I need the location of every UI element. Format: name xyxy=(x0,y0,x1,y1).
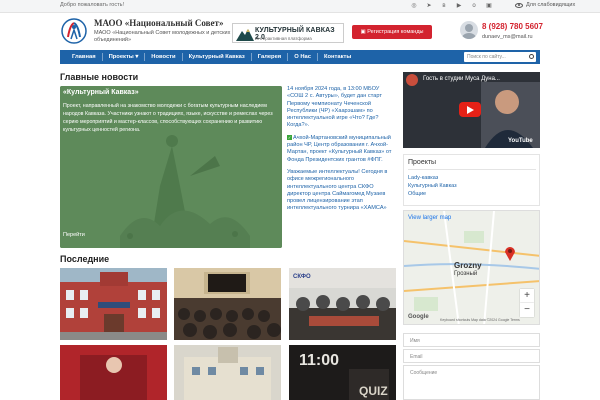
map-embed[interactable]: View larger map Grozny Грозный + − Googl… xyxy=(403,210,540,325)
video-title[interactable]: Гость в студии Муса Дуна... xyxy=(423,76,500,82)
view-larger-map-link[interactable]: View larger map xyxy=(408,215,451,221)
nav-item-news[interactable]: Новости xyxy=(145,53,183,61)
youtube-logo[interactable]: YouTube xyxy=(508,138,533,144)
nav-item-contacts[interactable]: Контакты xyxy=(318,53,357,61)
feature-more-link[interactable]: Перейти xyxy=(63,232,85,238)
nav-item-about[interactable]: О Нас xyxy=(288,53,318,61)
project-link[interactable]: Lady-кавказ xyxy=(408,175,438,181)
zoom-in-button[interactable]: + xyxy=(520,289,534,303)
youtube-icon[interactable]: ▶ xyxy=(455,2,463,10)
recent-thumbnail[interactable] xyxy=(174,345,281,400)
project-link[interactable]: Культурный Кавказ xyxy=(408,183,457,189)
feature-news-card[interactable]: «Культурный Кавказ» Проект, направленный… xyxy=(60,86,282,248)
site-header: МАОО «Национальный Совет» МАОО «Национал… xyxy=(0,13,600,49)
eye-icon xyxy=(515,2,523,8)
building-photo xyxy=(174,345,281,400)
ok-icon[interactable]: о xyxy=(470,2,478,10)
divider xyxy=(408,169,536,170)
svg-text:СКФО: СКФО xyxy=(293,274,311,280)
news-list: 14 ноября 2024 года, в 13:00 МБОУ «СОШ 2… xyxy=(287,86,397,218)
message-field[interactable]: Сообщение xyxy=(403,365,540,400)
org-name[interactable]: МАОО «Национальный Совет» xyxy=(94,18,223,28)
whatsapp-icon[interactable]: ◎ xyxy=(410,2,418,10)
org-logo[interactable] xyxy=(60,17,88,45)
nav-item-culture[interactable]: Культурный Кавказ xyxy=(183,53,252,61)
contact-email[interactable]: dunaev_ms@mail.ru xyxy=(482,34,533,40)
contact-phone[interactable]: 8 (928) 780 5607 xyxy=(482,22,543,31)
assembly-hall-photo xyxy=(174,268,281,340)
recent-thumbnail[interactable] xyxy=(60,345,167,400)
recent-thumbnail[interactable]: СКФО xyxy=(289,268,396,340)
social-links: ◎ ➤ в ▶ о ▣ xyxy=(410,2,493,10)
event-photo xyxy=(60,345,167,400)
svg-text:11:00: 11:00 xyxy=(299,352,339,369)
news-item[interactable]: Уважаемые интеллектуалы! Сегодня в офисе… xyxy=(287,169,397,213)
org-subtitle: МАОО «Национальный Совет молодежных и де… xyxy=(94,30,231,43)
register-team-label: Регистрация команды xyxy=(367,29,424,35)
recent-thumbnail[interactable] xyxy=(60,268,167,340)
feature-description: Проект, направленный на знакомство молод… xyxy=(63,103,273,133)
google-logo: Google xyxy=(408,314,429,320)
search-input[interactable]: Поиск по сайту... xyxy=(464,52,536,62)
zoom-out-button[interactable]: − xyxy=(520,303,534,317)
vk-icon[interactable]: в xyxy=(440,2,448,10)
accessibility-label: Для слабовидящих xyxy=(526,2,576,8)
map-city-label: Грозный xyxy=(454,271,478,277)
main-nav: Главная Проекты ▾ Новости Культурный Кав… xyxy=(60,50,540,64)
main-news-heading: Главные новости xyxy=(60,72,139,82)
intellectual-tournament-photo: СКФО xyxy=(289,268,396,340)
telegram-icon[interactable]: ➤ xyxy=(425,2,433,10)
quiz-photo: 11:00 QUIZ xyxy=(289,345,396,400)
projects-widget: Проекты Lady-кавказ Культурный Кавказ Об… xyxy=(403,154,540,206)
projects-heading: Проекты xyxy=(408,159,437,166)
news-item-text: Ачхой-Мартановский муниципальный район Ч… xyxy=(287,134,392,163)
map-footer: Keyboard shortcuts Map data ©2024 Google… xyxy=(440,318,520,322)
channel-avatar[interactable] xyxy=(406,74,418,86)
kultura-kavkaz-banner[interactable]: КУЛЬТУРНЫЙ КАВКАЗ 2.0 Интерактивная плат… xyxy=(232,23,344,43)
play-icon[interactable] xyxy=(459,102,481,117)
banner-subtitle: Интерактивная платформа xyxy=(255,36,312,41)
nav-item-gallery[interactable]: Галерея xyxy=(252,53,289,61)
search-icon[interactable] xyxy=(529,54,534,59)
feature-title[interactable]: «Культурный Кавказ» xyxy=(63,89,139,96)
accessibility-link[interactable]: Для слабовидящих xyxy=(515,2,575,8)
nav-item-home[interactable]: Главная xyxy=(66,53,103,61)
news-item[interactable]: ✓ Ачхой-Мартановский муниципальный район … xyxy=(287,134,397,164)
video-embed[interactable]: Гость в студии Муса Дуна... YouTube xyxy=(403,72,540,148)
email-field[interactable]: Email xyxy=(403,349,540,363)
rutube-icon[interactable]: ▣ xyxy=(485,2,493,10)
project-link[interactable]: Общие xyxy=(408,191,426,197)
map-city-label: Grozny xyxy=(454,261,482,270)
mountain-icon xyxy=(236,29,254,41)
contact-avatar xyxy=(460,21,478,39)
recent-thumbnail[interactable]: 11:00 QUIZ xyxy=(289,345,396,400)
welcome-text: Добро пожаловать гость! xyxy=(60,2,125,8)
svg-text:QUIZ: QUIZ xyxy=(359,384,388,398)
nav-item-projects[interactable]: Проекты ▾ xyxy=(103,53,146,61)
name-field[interactable]: Имя xyxy=(403,333,540,347)
map-pin-icon[interactable] xyxy=(504,245,516,261)
recent-thumbnail[interactable] xyxy=(174,268,281,340)
news-item[interactable]: 14 ноября 2024 года, в 13:00 МБОУ «СОШ 2… xyxy=(287,86,397,130)
recent-heading: Последние xyxy=(60,254,110,264)
top-bar: Добро пожаловать гость! ◎ ➤ в ▶ о ▣ Для … xyxy=(0,0,600,13)
register-team-button[interactable]: ▣ Регистрация команды xyxy=(352,25,432,39)
checkmark-icon: ✓ xyxy=(287,134,292,140)
school-building-photo xyxy=(60,268,167,340)
